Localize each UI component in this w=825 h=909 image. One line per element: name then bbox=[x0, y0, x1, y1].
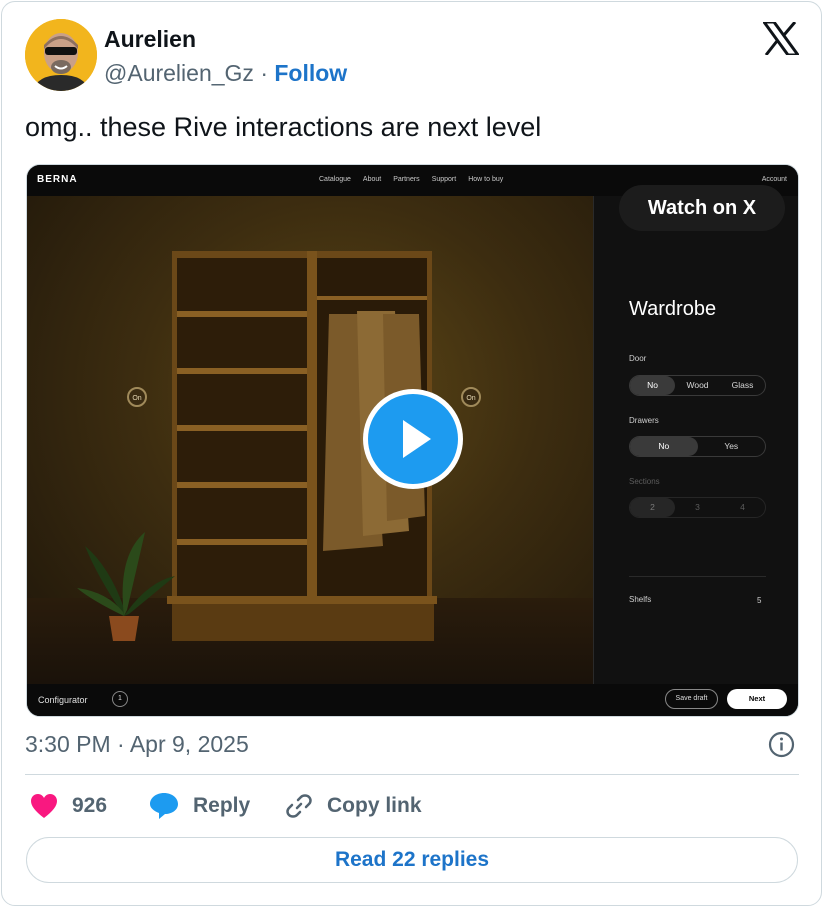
play-circle bbox=[368, 394, 458, 484]
copy-link-action[interactable]: Copy link bbox=[285, 790, 422, 822]
reply-bubble-icon bbox=[150, 793, 178, 819]
drawers-label: Drawers bbox=[629, 416, 659, 425]
play-icon bbox=[403, 420, 431, 458]
like-count: 926 bbox=[72, 794, 108, 817]
nav-account: Account bbox=[761, 176, 787, 183]
author-handle[interactable]: @Aurelien_Gz bbox=[104, 60, 254, 86]
door-option-wood: Wood bbox=[686, 380, 709, 390]
door-options: No Wood Glass bbox=[629, 375, 766, 396]
panel-title: Wardrobe bbox=[629, 298, 717, 320]
hotspot-left: On bbox=[127, 387, 147, 407]
drawers-option-yes: Yes bbox=[724, 441, 739, 451]
separator-dot: · bbox=[260, 60, 268, 86]
tweet-timestamp[interactable]: 3:30 PM · Apr 9, 2025 bbox=[25, 731, 249, 758]
nav-how-to-buy: How to buy bbox=[468, 176, 504, 183]
configurator-panel: Wardrobe Door No Wood Glass Drawers No Y… bbox=[593, 196, 798, 684]
sections-option-2: 2 bbox=[630, 498, 675, 517]
panel-divider bbox=[629, 576, 766, 577]
author-name[interactable]: Aurelien bbox=[104, 26, 196, 53]
avatar-portrait bbox=[25, 19, 97, 91]
watch-on-x-button[interactable]: Watch on X bbox=[619, 185, 785, 231]
sections-option-3: 3 bbox=[695, 502, 700, 512]
sections-option-4: 4 bbox=[740, 502, 745, 512]
reply-action[interactable]: Reply bbox=[149, 790, 250, 822]
handle-row: @Aurelien_Gz · Follow bbox=[104, 60, 347, 87]
wardrobe-scene: On On bbox=[27, 196, 593, 684]
door-option-glass: Glass bbox=[731, 380, 754, 390]
video-player[interactable]: BERNA Catalogue About Partners Support H… bbox=[26, 164, 799, 717]
save-draft-button: Save draft bbox=[665, 689, 718, 709]
configurator-step: 1 bbox=[112, 691, 128, 707]
next-button: Next bbox=[727, 689, 787, 709]
heart-icon bbox=[31, 794, 57, 818]
x-logo-icon[interactable] bbox=[763, 22, 799, 55]
hotspot-right: On bbox=[461, 387, 481, 407]
site-brand: BERNA bbox=[37, 174, 78, 185]
link-icon bbox=[286, 794, 312, 818]
nav-partners: Partners bbox=[393, 176, 420, 183]
tweet-text: omg.. these Rive interactions are next l… bbox=[25, 112, 542, 142]
nav-support: Support bbox=[431, 176, 457, 183]
play-button[interactable] bbox=[363, 389, 463, 489]
door-option-no: No bbox=[630, 376, 675, 395]
nav-about: About bbox=[362, 176, 382, 183]
site-nav-links: Catalogue About Partners Support How to … bbox=[319, 176, 503, 183]
copy-link-label: Copy link bbox=[327, 794, 422, 817]
configurator-label: Configurator bbox=[38, 695, 88, 705]
actions-divider bbox=[25, 774, 799, 775]
follow-link[interactable]: Follow bbox=[274, 60, 347, 86]
avatar[interactable] bbox=[25, 19, 97, 91]
drawers-option-no: No bbox=[630, 437, 698, 456]
reply-label: Reply bbox=[193, 794, 251, 817]
read-replies-button[interactable]: Read 22 replies bbox=[26, 837, 798, 883]
drawers-options: No Yes bbox=[629, 436, 766, 457]
door-label: Door bbox=[629, 354, 647, 363]
sections-label: Sections bbox=[629, 477, 660, 486]
sections-options: 2 3 4 bbox=[629, 497, 766, 518]
site-bottom-bar: Configurator 1 Save draft Next bbox=[27, 684, 798, 716]
wardrobe-illustration bbox=[77, 251, 437, 641]
shelfs-value: 5 bbox=[757, 596, 762, 605]
like-action[interactable]: 926 bbox=[30, 790, 107, 822]
info-icon[interactable] bbox=[768, 731, 795, 758]
shelfs-label: Shelfs bbox=[629, 595, 652, 604]
nav-catalogue: Catalogue bbox=[319, 176, 351, 183]
